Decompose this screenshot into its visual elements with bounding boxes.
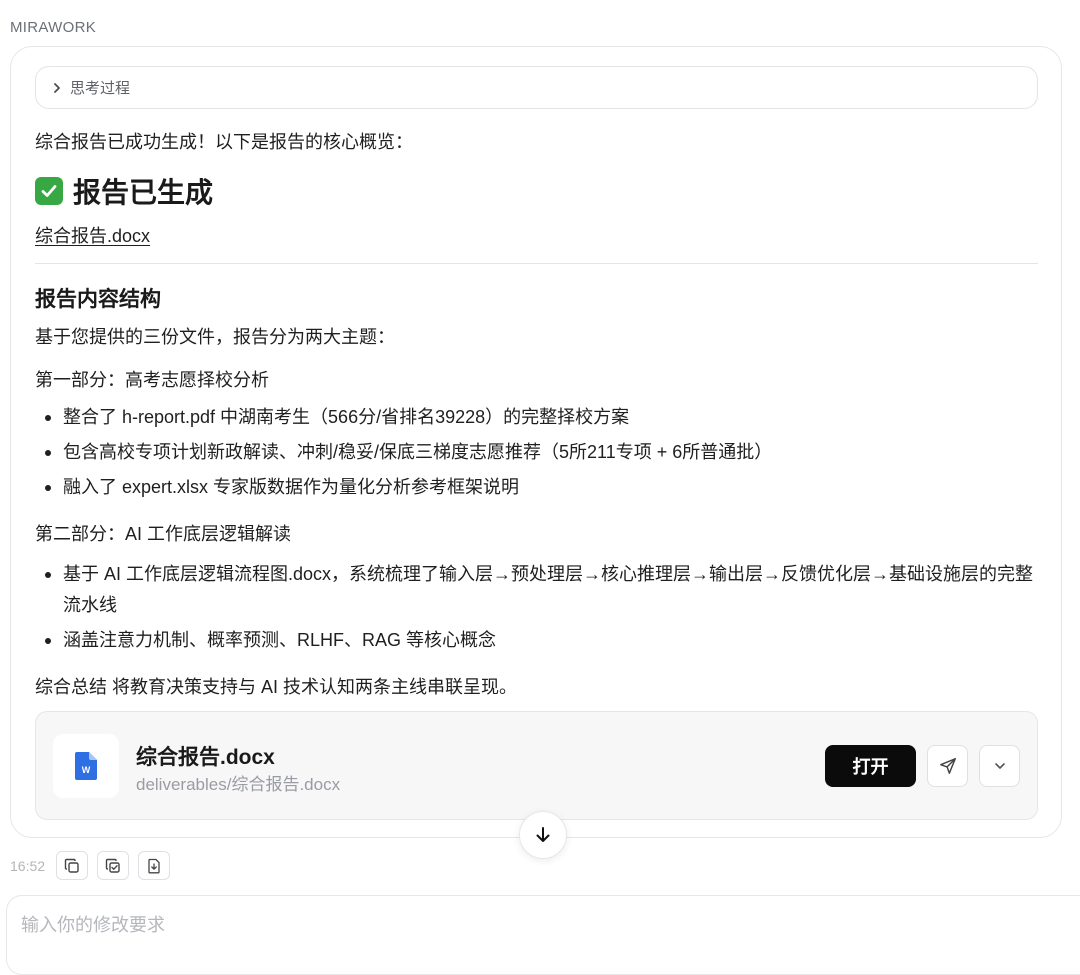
report-doc-link[interactable]: 综合报告.docx — [35, 222, 150, 248]
section-title: 报告内容结构 — [35, 288, 161, 311]
more-options-button[interactable] — [979, 745, 1020, 787]
arrow-down-icon — [536, 827, 550, 842]
message-timestamp: 16:52 — [10, 858, 46, 874]
summary-text: 综合总结 将教育决策支持与 AI 技术认知两条主线串联呈现。 — [35, 677, 518, 697]
part2-bullet-list: 基于 AI 工作底层逻辑流程图.docx，系统梳理了输入层→预处理层→核心推理层… — [35, 559, 1038, 660]
open-button[interactable]: 打开 — [825, 745, 916, 787]
part1-bullet-list: 整合了 h-report.pdf 中湖南考生（566分/省排名39228）的完整… — [35, 402, 1038, 507]
download-icon — [148, 858, 160, 873]
send-button[interactable] — [927, 745, 968, 787]
report-heading-text: 报告已生成 — [73, 177, 214, 208]
check-mark-icon — [35, 177, 63, 205]
thinking-process-toggle[interactable]: 思考过程 — [35, 66, 1038, 109]
download-button[interactable] — [138, 851, 170, 880]
list-item: 包含高校专项计划新政解读、冲刺/稳妥/保底三梯度志愿推荐（5所211专项 + 6… — [35, 437, 1038, 468]
copy-checked-button[interactable] — [97, 851, 129, 880]
copy-icon — [64, 858, 79, 873]
intro-text: 综合报告已成功生成！以下是报告的核心概览： — [35, 132, 413, 152]
chevron-down-icon — [994, 763, 1005, 769]
part1-heading: 第一部分：高考志愿择校分析 — [35, 370, 269, 390]
copy-button[interactable] — [56, 851, 88, 880]
brand-label: MIRAWORK — [10, 19, 97, 36]
report-heading: 报告已生成 — [35, 171, 213, 211]
list-item: 融入了 expert.xlsx 专家版数据作为量化分析参考框架说明 — [35, 472, 1038, 503]
assistant-message-card: 思考过程 综合报告已成功生成！以下是报告的核心概览： 报告已生成 综合报告.do… — [10, 46, 1062, 838]
list-item: 涵盖注意力机制、概率预测、RLHF、RAG 等核心概念 — [35, 625, 1038, 656]
revision-input-box[interactable] — [6, 895, 1080, 975]
file-attachment-card: W 综合报告.docx deliverables/综合报告.docx 打开 — [35, 711, 1038, 820]
copy-check-icon — [105, 858, 120, 873]
para-intro: 基于您提供的三份文件，报告分为两大主题： — [35, 327, 395, 347]
svg-text:W: W — [82, 765, 91, 775]
chevron-right-icon — [54, 82, 60, 93]
file-path: deliverables/综合报告.docx — [136, 775, 341, 794]
send-icon — [939, 758, 956, 774]
revision-input[interactable] — [21, 910, 921, 940]
divider — [35, 263, 1038, 264]
list-item: 基于 AI 工作底层逻辑流程图.docx，系统梳理了输入层→预处理层→核心推理层… — [35, 559, 1038, 621]
part2-heading: 第二部分：AI 工作底层逻辑解读 — [35, 524, 292, 544]
file-name: 综合报告.docx — [136, 746, 275, 769]
word-doc-icon: W — [53, 734, 119, 798]
list-item: 整合了 h-report.pdf 中湖南考生（566分/省排名39228）的完整… — [35, 402, 1038, 433]
scroll-down-button[interactable] — [519, 811, 567, 859]
thinking-label: 思考过程 — [70, 80, 131, 97]
